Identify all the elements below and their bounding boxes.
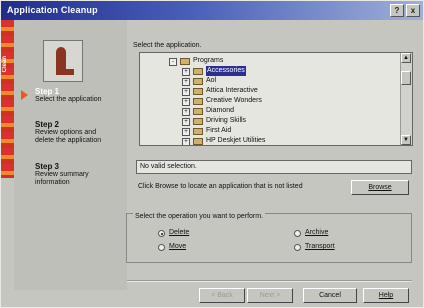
application-cleanup-window: Application Cleanup ? x Clean Step 1 Sel…	[0, 0, 424, 308]
next-button[interactable]: Next >	[247, 288, 293, 303]
tree-item-label[interactable]: Driving Skills	[206, 116, 246, 126]
operation-groupbox	[126, 213, 412, 263]
footer-divider	[127, 280, 412, 282]
help-button[interactable]: Help	[363, 288, 409, 303]
step-3-desc-line2: information	[35, 179, 70, 186]
archive-radio[interactable]	[294, 230, 301, 237]
selection-status-field: No valid selection.	[136, 160, 412, 174]
folder-icon	[180, 58, 190, 65]
tree-item-label[interactable]: Diamond	[206, 106, 234, 116]
step-2-heading: Step 2	[35, 120, 60, 129]
folder-icon	[193, 88, 203, 95]
folder-icon	[193, 138, 203, 145]
application-tree[interactable]: - Programs + Accessories + Aol + Attica …	[139, 52, 413, 146]
transport-radio[interactable]	[294, 244, 301, 251]
step-3-heading: Step 3	[35, 162, 60, 171]
operation-label: Select the operation you want to perform…	[133, 213, 266, 220]
step-3-desc-line1: Review summary	[35, 171, 89, 178]
folder-icon	[193, 68, 203, 75]
close-title-button[interactable]: x	[406, 4, 420, 17]
stripe-label: Clean	[2, 56, 8, 73]
title-bar[interactable]: Application Cleanup ? x	[1, 1, 423, 20]
window-title: Application Cleanup	[7, 5, 98, 15]
tree-scrollbar[interactable]: ▲ ▼	[400, 53, 412, 145]
current-step-arrow-icon	[21, 90, 28, 100]
scroll-down-arrow-icon[interactable]: ▼	[401, 135, 411, 145]
step-1-heading: Step 1	[35, 87, 60, 96]
expand-icon[interactable]: +	[182, 68, 190, 76]
step-2: Step 2 Review options and delete the app…	[35, 121, 125, 145]
step-2-desc-line1: Review options and	[35, 129, 97, 136]
step-2-desc-line2: delete the application	[35, 137, 102, 144]
tree-item-label[interactable]: Programs	[193, 56, 223, 66]
step-1: Step 1 Select the application	[35, 88, 125, 104]
tree-item-label[interactable]: First Aid	[206, 126, 231, 136]
tree-item-label[interactable]: Creative Wonders	[206, 96, 262, 106]
select-application-label: Select the application.	[133, 42, 202, 49]
tree-item-label-selected[interactable]: Accessories	[206, 66, 246, 76]
folder-icon	[193, 118, 203, 125]
expand-icon[interactable]: +	[182, 128, 190, 136]
move-radio-label[interactable]: Move	[169, 243, 186, 250]
decorative-stripe: Clean	[1, 20, 14, 178]
cancel-button[interactable]: Cancel	[303, 288, 357, 303]
delete-radio[interactable]	[158, 230, 165, 237]
transport-radio-label[interactable]: Transport	[305, 243, 335, 250]
tree-item-label[interactable]: Aol	[206, 76, 216, 86]
step-1-desc: Select the application	[35, 96, 102, 103]
expand-icon[interactable]: +	[182, 98, 190, 106]
folder-icon	[193, 98, 203, 105]
tree-item-label[interactable]: HP Deskjet Utilities	[206, 136, 265, 145]
tree-item-label[interactable]: Attica Interactive	[206, 86, 258, 96]
expand-icon[interactable]: +	[182, 88, 190, 96]
step-3: Step 3 Review summary information	[35, 163, 125, 187]
expand-icon[interactable]: +	[182, 78, 190, 86]
expand-icon[interactable]: +	[182, 118, 190, 126]
folder-icon	[193, 108, 203, 115]
move-radio[interactable]	[158, 244, 165, 251]
browse-hint-text: Click Browse to locate an application th…	[138, 183, 303, 190]
cleanup-logo-icon	[43, 40, 83, 82]
back-button[interactable]: < Back	[199, 288, 245, 303]
scroll-up-arrow-icon[interactable]: ▲	[401, 53, 411, 63]
folder-icon	[193, 78, 203, 85]
expand-icon[interactable]: +	[182, 138, 190, 145]
archive-radio-label[interactable]: Archive	[305, 229, 328, 236]
scroll-thumb[interactable]	[401, 71, 411, 85]
folder-icon	[193, 128, 203, 135]
browse-button[interactable]: Browse	[351, 180, 409, 195]
boot-base	[56, 69, 74, 75]
delete-radio-label[interactable]: Delete	[169, 229, 189, 236]
expand-icon[interactable]: +	[182, 108, 190, 116]
collapse-icon[interactable]: -	[169, 58, 177, 66]
help-title-button[interactable]: ?	[390, 4, 404, 17]
